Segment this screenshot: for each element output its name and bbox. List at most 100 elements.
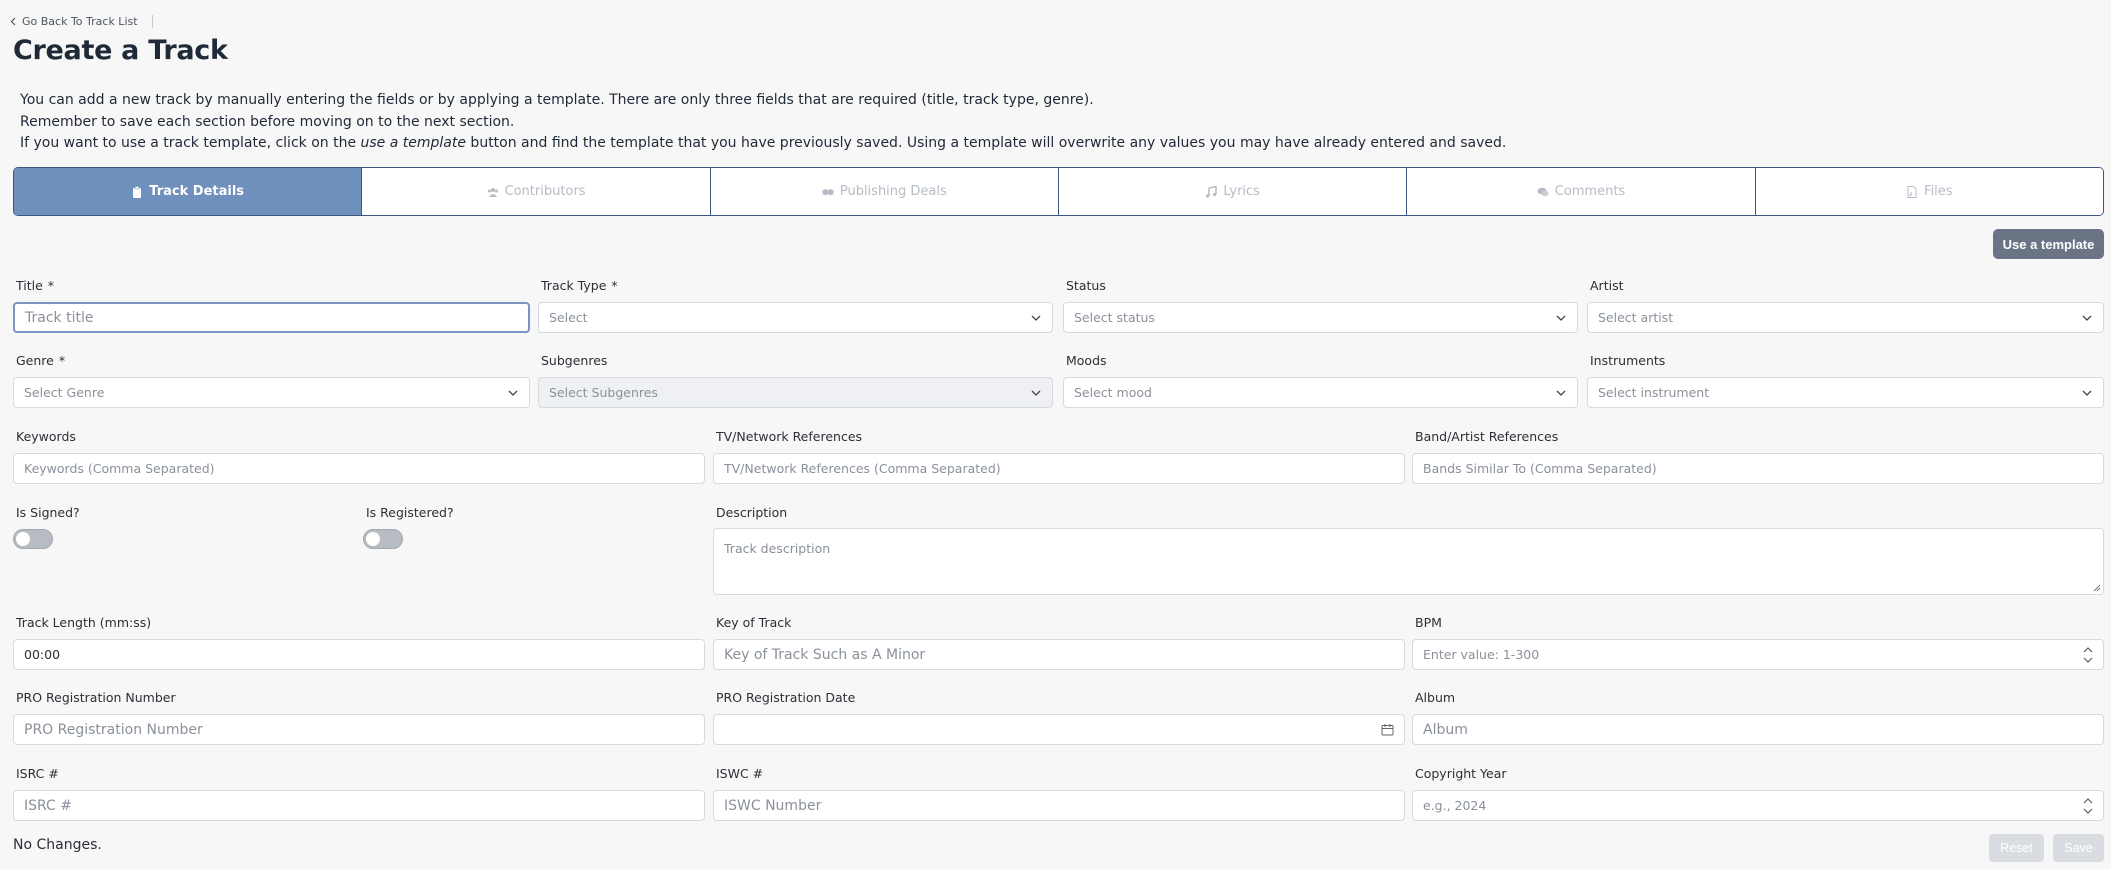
moods-select[interactable]: Select mood (1063, 377, 1578, 408)
clipboard-icon (133, 185, 142, 198)
intro-text: You can add a new track by manually ente… (20, 90, 1506, 155)
artist-select[interactable]: Select artist (1587, 302, 2104, 333)
spin-down-icon[interactable] (2083, 656, 2093, 664)
track-type-label: Track Type * (541, 278, 618, 293)
users-icon (487, 187, 498, 197)
subgenres-placeholder: Select Subgenres (549, 385, 658, 400)
track-length-input[interactable]: 00:00 (13, 639, 705, 670)
key-of-track-label: Key of Track (716, 615, 792, 630)
number-spinner[interactable] (2083, 646, 2093, 664)
tab-label: Comments (1554, 184, 1626, 199)
instruments-label: Instruments (1590, 353, 1666, 368)
bpm-input[interactable]: Enter value: 1-300 (1412, 639, 2104, 670)
tv-network-references-input[interactable]: TV/Network References (Comma Separated) (713, 453, 1405, 484)
tv-references-placeholder: TV/Network References (Comma Separated) (724, 461, 1001, 476)
band-artist-references-label: Band/Artist References (1415, 429, 1559, 444)
instruments-select[interactable]: Select instrument (1587, 377, 2104, 408)
intro-line-3: If you want to use a track template, cli… (20, 133, 1506, 155)
key-placeholder: Key of Track Such as A Minor (724, 646, 926, 663)
calendar-icon[interactable] (1381, 723, 1394, 736)
title-input[interactable]: Track title (13, 302, 530, 333)
copyright-year-label: Copyright Year (1415, 766, 1507, 781)
change-status-text: No Changes. (13, 837, 102, 853)
status-placeholder: Select status (1074, 310, 1155, 325)
genre-label: Genre * (16, 353, 65, 368)
pro-registration-date-input[interactable] (713, 714, 1405, 745)
description-textarea[interactable]: Track description (713, 528, 2104, 595)
tab-label: Track Details (149, 184, 245, 199)
bpm-label: BPM (1415, 615, 1442, 630)
tv-network-references-label: TV/Network References (716, 429, 863, 444)
subgenres-select[interactable]: Select Subgenres (538, 377, 1053, 408)
required-mark: * (47, 278, 55, 293)
required-mark: * (611, 278, 618, 293)
chevron-down-icon (1031, 315, 1041, 321)
tab-contributors[interactable]: Contributors (361, 168, 710, 215)
pro-registration-date-label: PRO Registration Date (716, 690, 856, 705)
is-registered-toggle[interactable] (363, 529, 403, 549)
resize-handle-icon[interactable] (2092, 583, 2101, 592)
artist-placeholder: Select artist (1598, 310, 1674, 325)
description-placeholder: Track description (724, 541, 831, 556)
track-type-placeholder: Select (549, 310, 588, 325)
back-to-track-list-link[interactable]: Go Back To Track List (10, 15, 153, 28)
iswc-placeholder: ISWC Number (724, 797, 822, 814)
artist-label: Artist (1590, 278, 1624, 293)
band-references-placeholder: Bands Similar To (Comma Separated) (1423, 461, 1657, 476)
copyright-year-input[interactable]: e.g., 2024 (1412, 790, 2104, 821)
status-label: Status (1066, 278, 1106, 293)
tab-publishing-deals[interactable]: Publishing Deals (709, 168, 1058, 215)
keywords-placeholder: Keywords (Comma Separated) (24, 461, 215, 476)
key-of-track-input[interactable]: Key of Track Such as A Minor (713, 639, 1405, 670)
file-audio-icon (1907, 185, 1917, 198)
chevron-down-icon (1031, 390, 1041, 396)
tab-label: Contributors (504, 184, 586, 199)
bpm-placeholder: Enter value: 1-300 (1423, 647, 1540, 662)
spin-up-icon[interactable] (2083, 797, 2093, 805)
subgenres-label: Subgenres (541, 353, 608, 368)
genre-select[interactable]: Select Genre (13, 377, 530, 408)
save-button[interactable]: Save (2053, 834, 2104, 862)
track-type-select[interactable]: Select (538, 302, 1053, 333)
tab-lyrics[interactable]: Lyrics (1057, 168, 1407, 215)
band-artist-references-input[interactable]: Bands Similar To (Comma Separated) (1412, 453, 2104, 484)
intro-line-3-post: button and find the template that you ha… (465, 135, 1507, 151)
number-spinner[interactable] (2083, 797, 2093, 815)
track-type-label-text: Track Type (541, 278, 607, 293)
use-template-button[interactable]: Use a template (1993, 229, 2104, 259)
pro-registration-number-input[interactable]: PRO Registration Number (13, 714, 705, 745)
spin-down-icon[interactable] (2083, 807, 2093, 815)
description-label: Description (716, 505, 788, 520)
intro-line-2: Remember to save each section before mov… (20, 113, 515, 130)
album-placeholder: Album (1423, 721, 1468, 738)
iswc-input[interactable]: ISWC Number (713, 790, 1405, 821)
is-signed-label: Is Signed? (16, 505, 80, 520)
title-placeholder: Track title (25, 309, 94, 326)
keywords-input[interactable]: Keywords (Comma Separated) (13, 453, 705, 484)
tab-comments[interactable]: Comments (1406, 168, 1755, 215)
title-label-text: Title (16, 278, 43, 293)
isrc-input[interactable]: ISRC # (13, 790, 705, 821)
reset-button[interactable]: Reset (1989, 834, 2044, 862)
is-signed-toggle[interactable] (13, 529, 53, 549)
pro-number-placeholder: PRO Registration Number (24, 721, 203, 738)
tab-label: Publishing Deals (839, 184, 947, 199)
intro-line-3-pre: If you want to use a track template, cli… (20, 135, 361, 151)
chevron-left-icon (10, 17, 16, 26)
divider (151, 15, 153, 28)
chevron-down-icon (2082, 390, 2092, 396)
comments-icon (1537, 187, 1549, 196)
status-select[interactable]: Select status (1063, 302, 1578, 333)
section-tabs: Track Details Contributors Publishing De… (13, 167, 2104, 216)
spin-up-icon[interactable] (2083, 646, 2093, 654)
tab-files[interactable]: Files (1754, 168, 2103, 215)
genre-label-text: Genre (16, 353, 54, 368)
copyright-year-placeholder: e.g., 2024 (1423, 798, 1487, 813)
chevron-down-icon (1556, 315, 1566, 321)
instruments-placeholder: Select instrument (1598, 385, 1710, 400)
tab-track-details[interactable]: Track Details (14, 168, 362, 215)
is-registered-label: Is Registered? (366, 505, 454, 520)
moods-label: Moods (1066, 353, 1107, 368)
album-input[interactable]: Album (1412, 714, 2104, 745)
handshake-icon (822, 188, 834, 195)
